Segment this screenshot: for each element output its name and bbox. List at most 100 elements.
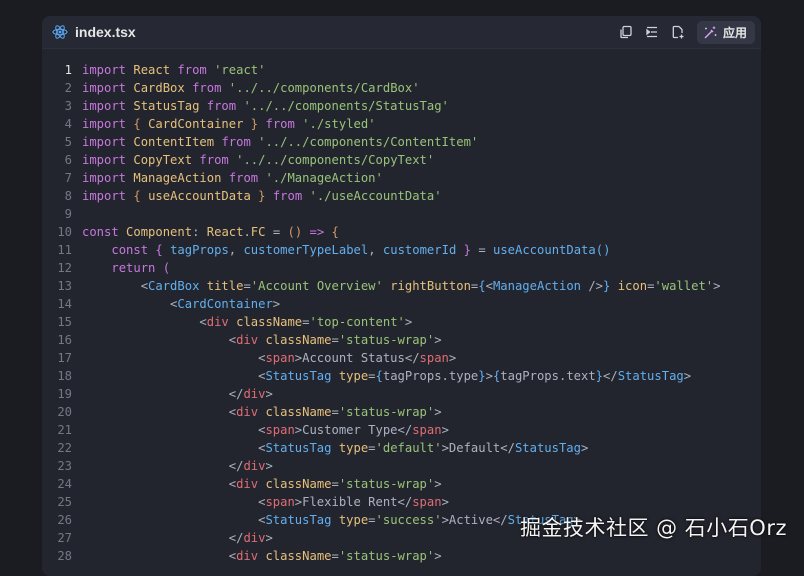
code-token: () — [595, 243, 611, 257]
line-number: 21 — [57, 423, 72, 437]
code-line: 3 import StatusTag from '../../components… — [42, 97, 761, 115]
code-token: = — [243, 279, 251, 293]
code-token: ManageAction — [133, 171, 229, 185]
line-source: <span>Customer Type</span> — [72, 421, 449, 439]
line-number: 9 — [64, 207, 72, 221]
code-token: const — [111, 243, 156, 257]
code-token: '../../components/ContentItem' — [258, 135, 479, 149]
code-token: type — [338, 513, 369, 527]
code-token: ContentItem — [133, 135, 222, 149]
code-line: 5 import ContentItem from '../../componen… — [42, 133, 761, 151]
code-token: > — [404, 315, 413, 329]
code-token: from — [206, 99, 244, 113]
line-source: import ContentItem from '../../component… — [72, 133, 478, 151]
line-source — [72, 205, 82, 223]
code-token: title — [206, 279, 244, 293]
code-token: className — [265, 549, 332, 563]
code-token: 'status-wrap' — [338, 477, 435, 491]
apply-label: 应用 — [722, 25, 747, 40]
insert-at-cursor-icon[interactable] — [643, 23, 661, 41]
watermark: 掘金技术社区 @ 石小石Orz — [519, 516, 787, 540]
code-token: > — [434, 549, 442, 563]
line-source: const { tagProps, customerTypeLabel, cus… — [72, 241, 610, 259]
code-line: 24 <div className='status-wrap'> — [42, 475, 761, 493]
code-token: '../../components/CopyText' — [236, 153, 435, 167]
code-token: = — [302, 315, 310, 329]
code-token: > — [441, 495, 449, 509]
line-number: 3 — [64, 99, 72, 113]
code-token: > — [434, 405, 442, 419]
code-token: div — [243, 459, 266, 473]
code-line: 22 <StatusTag type='default'>Default</St… — [42, 439, 761, 457]
code-token: = — [331, 333, 339, 347]
line-number: 27 — [57, 531, 72, 545]
code-token: import — [82, 189, 134, 203]
code-token: ( — [162, 261, 171, 275]
code-token: className — [265, 405, 332, 419]
code-token: > — [713, 279, 721, 293]
code-line: 20 <div className='status-wrap'> — [42, 403, 761, 421]
code-token: } — [250, 117, 266, 131]
file-name: index.tsx — [75, 24, 136, 40]
code-token: > — [485, 369, 493, 383]
code-token: , — [228, 243, 244, 257]
code-token: div — [206, 315, 237, 329]
line-number: 22 — [57, 441, 72, 455]
line-number: 8 — [64, 189, 72, 203]
code-token: div — [236, 549, 266, 563]
line-number: 26 — [57, 513, 72, 527]
line-source: import CardBox from '../../components/Ca… — [72, 79, 420, 97]
code-token: icon — [617, 279, 648, 293]
line-source: </div> — [72, 385, 273, 403]
code-token: < — [82, 279, 149, 293]
line-source: <StatusTag type='success'>Active</Status… — [72, 511, 581, 529]
code-token: span — [265, 351, 295, 365]
line-number: 5 — [64, 135, 72, 149]
code-token: < — [82, 477, 237, 491]
line-source: import { useAccountData } from './useAcc… — [72, 187, 442, 205]
code-token: 'top-content' — [309, 315, 405, 329]
code-token: < — [82, 333, 237, 347]
code-line: 10 const Component: React.FC = () => { — [42, 223, 761, 241]
code-line: 25 <span>Flexible Rent</span> — [42, 493, 761, 511]
code-token: } — [595, 369, 604, 383]
line-number: 18 — [57, 369, 72, 383]
code-token: < — [82, 495, 266, 509]
code-token: , — [368, 243, 383, 257]
magic-wand-icon — [703, 25, 718, 40]
code-token: StatusTag — [617, 369, 684, 383]
line-source: </div> — [72, 457, 273, 475]
code-token: 'success' — [375, 513, 442, 527]
code-token: from — [199, 153, 237, 167]
code-token: import — [82, 81, 134, 95]
code-token: './styled' — [302, 117, 376, 131]
new-file-icon[interactable] — [669, 23, 687, 41]
line-source: return ( — [72, 259, 170, 277]
line-source: const Component: React.FC = () => { — [72, 223, 339, 241]
line-source: <div className='status-wrap'> — [72, 403, 442, 421]
copy-icon[interactable] — [617, 23, 635, 41]
code-token: 'wallet' — [654, 279, 714, 293]
code-token: '../../components/CardBox' — [228, 81, 420, 95]
code-line: 17 <span>Account Status</span> — [42, 349, 761, 367]
code-token: const — [82, 225, 127, 239]
code-token: > — [441, 423, 449, 437]
code-token: FC — [250, 225, 273, 239]
code-token: CardBox — [148, 279, 207, 293]
code-token: < — [82, 405, 237, 419]
code-line: 19 </div> — [42, 385, 761, 403]
line-number: 2 — [64, 81, 72, 95]
code-token: from — [192, 81, 229, 95]
code-token: span — [412, 495, 442, 509]
code-line: 9 — [42, 205, 761, 223]
apply-button[interactable]: 应用 — [696, 20, 755, 44]
line-source: import { CardContainer } from './styled' — [72, 115, 376, 133]
code-token: < — [82, 549, 237, 563]
line-source: <CardBox title='Account Overview' rightB… — [72, 277, 721, 295]
code-token: CardBox — [133, 81, 193, 95]
code-token: = — [368, 513, 376, 527]
code-token: = — [478, 243, 493, 257]
code-token: StatusTag — [514, 441, 581, 455]
code-token: div — [236, 333, 266, 347]
line-source: <StatusTag type='default'>Default</Statu… — [72, 439, 588, 457]
